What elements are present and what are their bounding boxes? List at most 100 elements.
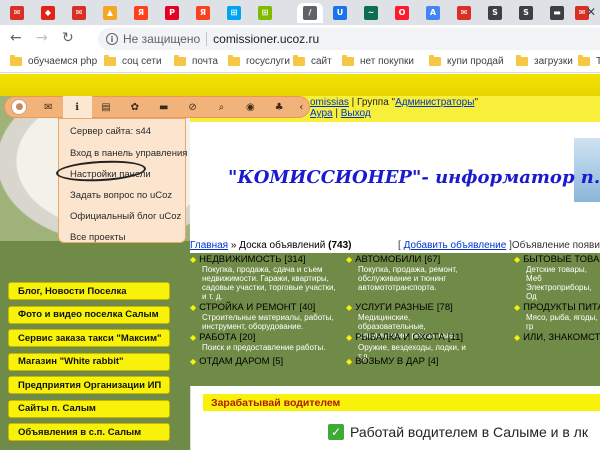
bookmark-item[interactable]: загрузки (516, 55, 573, 67)
bookmark-item[interactable]: обучаемся php (10, 55, 97, 67)
category-title[interactable]: НЕДВИЖИМОСТЬ (199, 254, 281, 265)
ucoz-menu-item[interactable]: Задать вопрос по uCoz (70, 190, 172, 201)
ucoz-menu-item[interactable]: Вход в панель управления (70, 148, 187, 159)
browser-tab[interactable]: O (390, 3, 414, 23)
palette-icon[interactable]: ✿ (120, 96, 149, 118)
browser-tab[interactable]: ▲ (98, 3, 122, 23)
left-nav-item[interactable]: Блог, Новости Поселка (8, 282, 170, 300)
back-icon[interactable]: ← (10, 30, 22, 46)
category-item[interactable]: ◆ СТРОЙКА И РЕМОНТ [40] Строительные матери… (190, 302, 340, 331)
add-ad-link[interactable]: Добавить объявление (404, 240, 507, 251)
browser-tab[interactable]: Я (129, 3, 153, 23)
category-item[interactable]: ◆ ИЛИ, ЗНАКОМСТВ (514, 332, 600, 343)
category-item[interactable]: ◆ РАБОТА [20] Поиск и предоставление работы… (190, 332, 340, 352)
yandex-icon: Я (196, 6, 210, 20)
category-description: Покупка, продажа, ремонт, обслуживание и… (358, 265, 458, 292)
bullet-icon: ◆ (514, 255, 521, 264)
left-nav-item[interactable]: Сайты п. Салым (8, 399, 170, 418)
browser-tab[interactable]: ✉ (67, 3, 91, 23)
user-info: omissias | Группа "Администраторы" (310, 97, 478, 108)
opera-icon: O (395, 6, 409, 20)
bookmark-item[interactable]: нет покупки (342, 55, 414, 67)
browser-tab[interactable]: A (421, 3, 445, 23)
category-item[interactable]: ◆БЫТОВЫЕ ТОВАРЫДетские товары, Меб Элект… (514, 254, 600, 301)
bookmark-item[interactable]: госуслуги (228, 55, 290, 67)
close-tab-icon[interactable]: ✕ (586, 5, 596, 19)
left-nav-item[interactable]: Сервис заказа такси "Максим" (8, 329, 170, 347)
ucoz-menu-item[interactable]: Официальный блог uCoz (70, 211, 181, 222)
bullet-icon: ◆ (190, 357, 197, 366)
bullet-icon: ◆ (346, 303, 353, 312)
search-icon[interactable]: ⌕ (207, 96, 236, 118)
bookmark-item[interactable]: сайт (293, 55, 332, 67)
category-title[interactable]: ИЛИ, ЗНАКОМСТВ (523, 332, 600, 343)
logout-link[interactable]: Выход (341, 108, 371, 119)
category-item[interactable]: ◆ ОТДАМ ДАРОМ [5] (190, 356, 340, 367)
category-item[interactable]: ◆ПРОДУКТЫ ПИТАНИМясо, рыба, ягоды, гр (514, 302, 600, 331)
info-icon[interactable]: i (106, 33, 118, 45)
check-icon: ✓ (328, 424, 344, 440)
security-label[interactable]: Не защищено (123, 32, 200, 46)
aura-link[interactable]: Аура (310, 108, 333, 119)
book-icon[interactable]: ▤ (92, 96, 121, 118)
left-nav-item[interactable]: Фото и видео поселка Салым (8, 305, 170, 324)
folder-icon[interactable]: ▬ (149, 96, 178, 118)
browser-tab[interactable]: ⊞ (222, 3, 246, 23)
group-separator: | Группа " (348, 97, 396, 108)
browser-tab[interactable]: / (297, 3, 323, 23)
address-bar[interactable]: i Не защищено comissioner.ucoz.ru (98, 28, 600, 50)
browser-tab[interactable]: S (514, 3, 538, 23)
mail-icon: ✉ (457, 6, 471, 20)
category-item[interactable]: ◆ ВОЗЬМУ В ДАР [4] (346, 356, 472, 367)
plugin-icon[interactable]: ♣ (265, 96, 294, 118)
browser-tab[interactable]: ✉ (452, 3, 476, 23)
browser-tab[interactable]: ⊞ (253, 3, 277, 23)
browser-tab[interactable]: ✉ (5, 3, 29, 23)
category-title[interactable]: АВТОМОБИЛИ (355, 254, 421, 265)
forward-icon[interactable]: → (36, 30, 48, 46)
ucoz-menu-item[interactable]: Все проекты (70, 232, 125, 243)
collapse-icon[interactable]: ‹ (294, 96, 309, 118)
bullet-icon: ◆ (346, 357, 353, 366)
left-nav-item[interactable]: Магазин "White rabbit" (8, 352, 170, 371)
category-title[interactable]: БЫТОВЫЕ ТОВАРЫ (523, 254, 600, 265)
browser-tab[interactable]: ◆ (36, 3, 60, 23)
browser-tab[interactable]: U (328, 3, 352, 23)
browser-tab[interactable]: ~ (359, 3, 383, 23)
category-title[interactable]: СТРОЙКА И РЕМОНТ (199, 302, 296, 313)
content-ad-line[interactable]: ✓ Работай водителем в Салыме и в лк (328, 424, 588, 440)
browser-tab[interactable]: Я (191, 3, 215, 23)
bookmark-item[interactable]: почта (174, 55, 218, 67)
user-name-link[interactable]: omissias (310, 97, 349, 108)
browser-tab[interactable]: ▬ (545, 3, 569, 23)
bookmark-item[interactable]: купи продай (429, 55, 504, 67)
browser-tab[interactable]: P (160, 3, 184, 23)
category-title[interactable]: РЫБАЛКА И ОХОТА (355, 332, 445, 343)
category-title[interactable]: ВОЗЬМУ В ДАР (355, 356, 425, 367)
browser-tab[interactable]: S (483, 3, 507, 23)
category-title[interactable]: РАБОТА (199, 332, 236, 343)
eye-icon[interactable]: ◉ (236, 96, 265, 118)
url-text[interactable]: comissioner.ucoz.ru (213, 32, 319, 46)
content-ad-text[interactable]: Работай водителем в Салыме и в лк (350, 424, 588, 440)
group-link[interactable]: Администраторы (395, 97, 474, 108)
bookmark-item[interactable]: соц сети (104, 55, 162, 67)
category-title[interactable]: УСЛУГИ РАЗНЫЕ (355, 302, 434, 313)
person-icon[interactable]: ● (5, 96, 34, 118)
category-description: Поиск и предоставление работы. (202, 343, 326, 352)
envelope-icon[interactable]: ✉ (34, 96, 63, 118)
folder-icon (174, 55, 186, 66)
content-block: Зарабатывай водителем ✓ Работай водителе… (190, 386, 600, 450)
left-nav-item[interactable]: Предприятия Организации ИП (8, 376, 170, 394)
breadcrumb-home-link[interactable]: Главная (190, 240, 228, 251)
info-icon[interactable]: ℹ (62, 96, 92, 118)
category-title[interactable]: ОТДАМ ДАРОМ (199, 356, 269, 367)
category-item[interactable]: ◆ НЕДВИЖИМОСТЬ [314] Покупка, продажа, сдач… (190, 254, 340, 301)
bookmark-label: почта (192, 56, 218, 67)
left-nav-item[interactable]: Объявления в с.п. Салым (8, 423, 170, 441)
ban-icon[interactable]: ⊘ (178, 96, 207, 118)
category-title[interactable]: ПРОДУКТЫ ПИТАНИ (523, 302, 600, 313)
category-item[interactable]: ◆ АВТОМОБИЛИ [67] Покупка, продажа, ремонт,… (346, 254, 472, 292)
reload-icon[interactable]: ↻ (62, 30, 74, 46)
bookmark-item[interactable]: Та (578, 55, 600, 67)
